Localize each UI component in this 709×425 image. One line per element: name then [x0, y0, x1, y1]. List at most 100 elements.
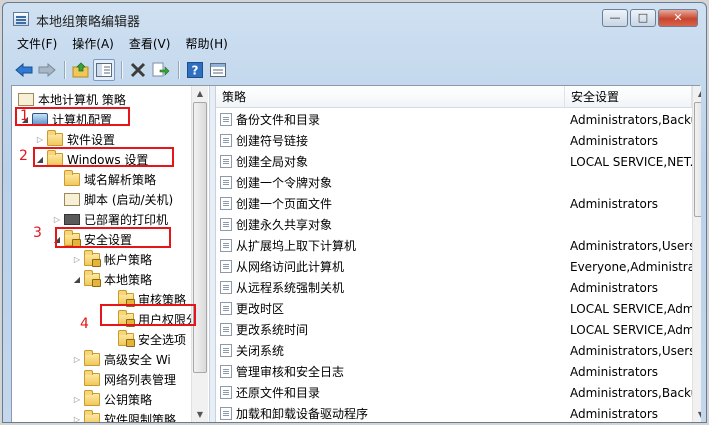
close-button[interactable]: ✕ — [658, 9, 698, 27]
policy-icon — [220, 155, 232, 168]
policy-setting: Administrators — [570, 280, 659, 295]
policy-name: 从网络访问此计算机 — [236, 260, 345, 274]
policy-row[interactable]: 创建永久共享对象 — [216, 214, 686, 235]
policy-editor-app-icon — [13, 12, 29, 26]
policy-icon — [220, 218, 232, 231]
menu-action[interactable]: 操作(A) — [72, 34, 114, 55]
policy-row[interactable]: 创建一个页面文件 Administrators — [216, 193, 686, 214]
collapse-arrow-icon[interactable]: ◢ — [72, 275, 82, 284]
minimize-button[interactable]: — — [602, 9, 628, 27]
policy-name: 创建符号链接 — [236, 134, 309, 148]
properties-icon[interactable] — [207, 59, 229, 81]
tree-item[interactable]: ▷ 公钥策略 — [72, 389, 152, 409]
policy-row[interactable]: 创建符号链接 Administrators — [216, 130, 686, 151]
policy-setting: Administrators — [570, 133, 659, 148]
list-scroll-thumb[interactable] — [694, 102, 701, 217]
tree-item[interactable]: ▷ 软件设置 — [35, 129, 115, 149]
tree-item-label: 已部署的打印机 — [84, 212, 169, 227]
annotation-number-2: 2 — [19, 148, 28, 164]
policy-row[interactable]: 从网络访问此计算机 Everyone,Administrat — [216, 256, 694, 277]
expand-arrow-icon[interactable]: ▷ — [72, 415, 82, 423]
scroll-up-arrow-icon[interactable]: ▲ — [192, 86, 208, 102]
tree-item[interactable]: 安全选项 — [106, 329, 186, 349]
main-content: 本地计算机 策略 ◢ 计算机配置 ▷ 软件设置 ◢ Windows 设置 域名解析策略 脚本 (… — [11, 85, 701, 423]
tree-item-label: 域名解析策略 — [84, 172, 157, 187]
policy-icon — [220, 260, 232, 273]
printer-icon — [64, 213, 80, 225]
lock-folder-icon — [84, 249, 101, 267]
policy-setting: Administrators — [570, 196, 659, 211]
menu-help[interactable]: 帮助(H) — [185, 34, 227, 55]
policy-row[interactable]: 创建全局对象 LOCAL SERVICE,NET. — [216, 151, 693, 172]
folder-icon — [84, 349, 100, 366]
delete-icon[interactable] — [127, 59, 149, 81]
tree-item[interactable]: ◢ 本地策略 — [72, 269, 152, 289]
tree-item[interactable]: 本地计算机 策略 — [18, 89, 126, 109]
tree-item[interactable]: 网络列表管理 — [72, 369, 176, 389]
expand-arrow-icon[interactable]: ▷ — [72, 355, 82, 364]
policy-row[interactable]: 创建一个令牌对象 — [216, 172, 686, 193]
policy-setting: LOCAL SERVICE,Adm — [570, 301, 694, 316]
policy-row[interactable]: 还原文件和目录 Administrators,Backu — [216, 382, 694, 403]
policy-row[interactable]: 从远程系统强制关机 Administrators — [216, 277, 686, 298]
scroll-icon — [18, 92, 34, 106]
maximize-button[interactable]: □ — [630, 9, 656, 27]
menu-bar: 文件(F) 操作(A) 查看(V) 帮助(H) — [3, 34, 706, 55]
expand-arrow-icon[interactable]: ▷ — [72, 395, 82, 404]
tree-scroll-thumb[interactable] — [193, 102, 207, 373]
folder-icon — [84, 389, 100, 406]
menu-view[interactable]: 查看(V) — [129, 34, 171, 55]
policy-icon — [220, 344, 232, 357]
expand-arrow-icon[interactable]: ▷ — [72, 255, 82, 264]
tree-item[interactable]: ▷ 高级安全 Wi — [72, 349, 171, 369]
tree-item[interactable]: 脚本 (启动/关机) — [52, 189, 173, 209]
export-icon[interactable] — [150, 59, 172, 81]
policy-name: 还原文件和目录 — [236, 386, 321, 400]
policy-name: 备份文件和目录 — [236, 113, 321, 127]
policy-icon — [220, 176, 232, 189]
policy-setting: LOCAL SERVICE,Adm — [570, 322, 694, 337]
pane-splitter[interactable] — [209, 86, 216, 422]
column-header-policy[interactable]: 策略 — [216, 86, 565, 108]
toolbar: ? — [3, 57, 706, 83]
tree-item-label: 公钥策略 — [104, 392, 153, 407]
forward-icon[interactable] — [36, 59, 58, 81]
tree-item-label: 帐户策略 — [104, 252, 153, 267]
tree-item[interactable]: ▷ 已部署的打印机 — [52, 209, 168, 229]
help-icon[interactable]: ? — [184, 59, 206, 81]
menu-file[interactable]: 文件(F) — [17, 34, 57, 55]
tree-item[interactable]: ▷ 帐户策略 — [72, 249, 152, 269]
list-scrollbar[interactable]: ▲ ▼ — [692, 86, 701, 422]
lock-folder-icon — [118, 329, 135, 347]
title-bar: 本地组策略编辑器 — □ ✕ — [3, 3, 706, 33]
policy-name: 更改系统时间 — [236, 323, 309, 337]
tree-item[interactable]: ▷ 软件限制策略 — [72, 409, 176, 423]
expand-arrow-icon[interactable]: ▷ — [52, 215, 62, 224]
back-icon[interactable] — [13, 59, 35, 81]
tree-scrollbar[interactable]: ▲ ▼ — [191, 86, 208, 422]
policy-setting: Administrators,Backu — [570, 112, 694, 127]
policy-row[interactable]: 从扩展坞上取下计算机 Administrators,Users — [216, 235, 694, 256]
folder-icon — [84, 409, 100, 422]
policy-setting: LOCAL SERVICE,NET. — [570, 154, 694, 169]
policy-row[interactable]: 更改系统时间 LOCAL SERVICE,Adm — [216, 319, 694, 340]
tree-item[interactable]: 域名解析策略 — [52, 169, 156, 189]
window-title: 本地组策略编辑器 — [36, 15, 141, 30]
up-folder-icon[interactable] — [70, 59, 92, 81]
scroll-down-arrow-icon[interactable]: ▼ — [192, 407, 208, 422]
policy-row[interactable]: 关闭系统 Administrators,Users, — [216, 340, 694, 361]
policy-name: 创建全局对象 — [236, 155, 309, 169]
scroll-up-arrow-icon[interactable]: ▲ — [693, 86, 701, 102]
policy-row[interactable]: 管理审核和安全日志 Administrators — [216, 361, 686, 382]
column-header-setting[interactable]: 安全设置 — [565, 86, 692, 108]
policy-row[interactable]: 更改时区 LOCAL SERVICE,Adm — [216, 298, 694, 319]
policy-row[interactable]: 备份文件和目录 Administrators,Backu — [216, 109, 694, 130]
annotation-box-1 — [15, 107, 130, 126]
scroll-down-arrow-icon[interactable]: ▼ — [693, 407, 701, 422]
policy-setting: Administrators,Backu — [570, 385, 694, 400]
policy-name: 创建永久共享对象 — [236, 218, 333, 232]
tree-item-label: 脚本 (启动/关机) — [84, 192, 174, 207]
expand-arrow-icon[interactable]: ▷ — [35, 135, 45, 144]
show-hide-tree-icon[interactable] — [93, 59, 115, 81]
policy-row[interactable]: 加载和卸载设备驱动程序 Administrators — [216, 403, 686, 422]
